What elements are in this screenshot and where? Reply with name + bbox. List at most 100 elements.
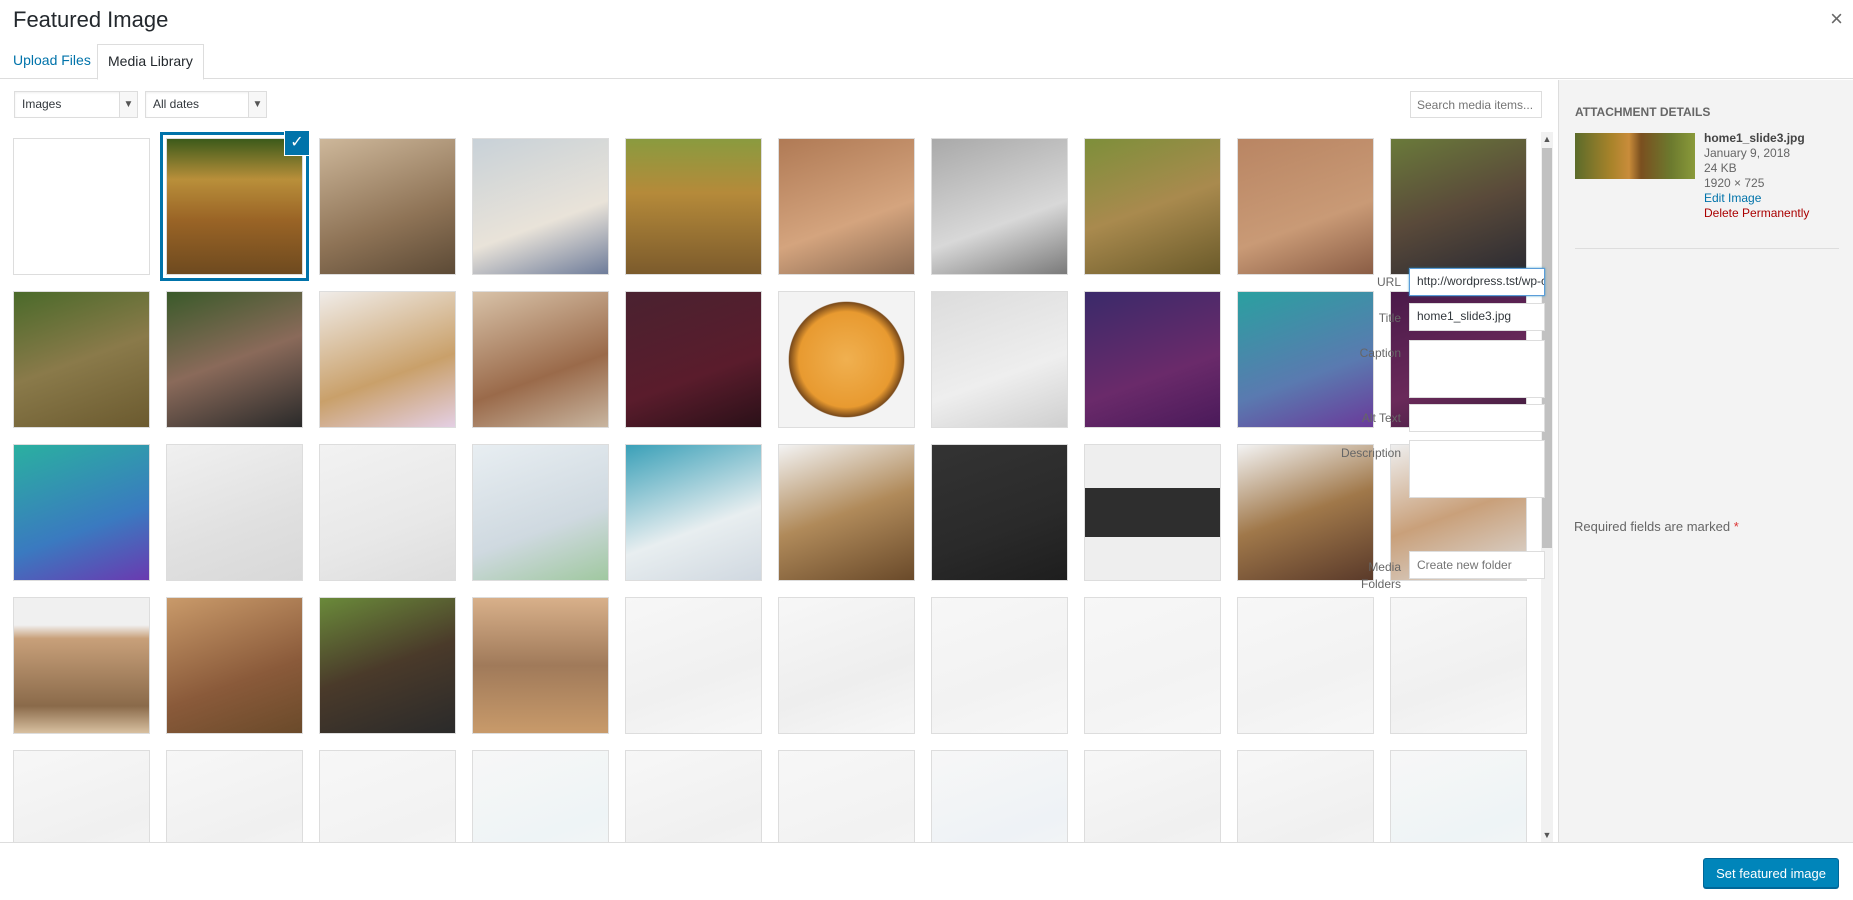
media-toolbar: Images ▼ All dates ▼ [0, 80, 1558, 130]
attachment-tile[interactable] [1084, 138, 1221, 275]
attachment-thumbnail-image [473, 598, 608, 733]
attachment-thumbnail-image [320, 139, 455, 274]
attachment-tile[interactable] [1390, 750, 1527, 842]
attachment-tile[interactable] [166, 138, 303, 275]
description-label: Description [1340, 446, 1401, 460]
attachment-tile[interactable] [1390, 597, 1527, 734]
attachment-thumbnail-image [1085, 139, 1220, 274]
attachment-thumbnail-image [932, 751, 1067, 842]
attachment-thumbnail-image [167, 598, 302, 733]
attachment-tile[interactable] [778, 597, 915, 734]
attachment-tile[interactable] [625, 291, 762, 428]
attachment-thumbnail-image [779, 598, 914, 733]
attachment-tile[interactable] [319, 444, 456, 581]
attachment-thumbnail-image [320, 598, 455, 733]
scroll-down-icon[interactable]: ▼ [1541, 828, 1553, 842]
attachment-thumbnail-image [473, 139, 608, 274]
attachment-tile[interactable] [778, 291, 915, 428]
attachment-tile[interactable] [13, 138, 150, 275]
attachment-tile[interactable] [1237, 138, 1374, 275]
attachment-tile[interactable] [166, 444, 303, 581]
attachment-tile[interactable] [931, 291, 1068, 428]
required-star: * [1733, 519, 1739, 534]
edit-image-link[interactable]: Edit Image [1704, 191, 1809, 206]
search-input[interactable] [1410, 91, 1542, 118]
alt-text-field[interactable] [1409, 404, 1545, 432]
attachment-tile[interactable] [319, 597, 456, 734]
attachment-thumbnail-image [932, 445, 1067, 580]
attachment-thumbnail-image [167, 292, 302, 427]
attachment-thumbnail-image [626, 139, 761, 274]
attachment-thumbnail-image [779, 292, 914, 427]
delete-permanently-link[interactable]: Delete Permanently [1704, 206, 1809, 221]
date-filter-select[interactable]: All dates ▼ [145, 91, 267, 118]
title-field[interactable]: home1_slide3.jpg [1409, 303, 1545, 331]
attachment-tile[interactable] [625, 138, 762, 275]
description-field[interactable] [1409, 440, 1545, 498]
attachment-thumbnail-image [779, 751, 914, 842]
attachment-tile[interactable] [1237, 597, 1374, 734]
media-folders-input[interactable] [1409, 551, 1545, 579]
attachment-thumbnail-image [167, 751, 302, 842]
attachment-tile[interactable] [1084, 444, 1221, 581]
attachment-tile[interactable] [166, 750, 303, 842]
close-icon[interactable]: × [1830, 8, 1843, 30]
set-featured-image-button[interactable]: Set featured image [1703, 858, 1839, 888]
attachment-tile[interactable] [472, 750, 609, 842]
attachment-tile[interactable] [472, 138, 609, 275]
attachment-tile[interactable] [166, 597, 303, 734]
type-filter-select[interactable]: Images ▼ [14, 91, 138, 118]
attachment-tile[interactable] [778, 750, 915, 842]
attachment-thumbnail-image [932, 598, 1067, 733]
attachment-thumbnail-image [320, 292, 455, 427]
attachment-filename: home1_slide3.jpg [1704, 131, 1805, 145]
attachment-thumbnail-image [14, 445, 149, 580]
caption-field[interactable] [1409, 340, 1545, 398]
media-folders-label-line2: Folders [1360, 577, 1401, 591]
attachment-tile[interactable] [625, 750, 762, 842]
attachment-tile[interactable] [931, 138, 1068, 275]
attachment-tile[interactable] [319, 138, 456, 275]
attachment-size: 24 KB [1704, 161, 1737, 175]
attachment-tile[interactable] [319, 291, 456, 428]
attachment-tile[interactable] [778, 138, 915, 275]
attachment-tile[interactable] [319, 750, 456, 842]
attachment-tile[interactable] [778, 444, 915, 581]
attachment-tile[interactable] [166, 291, 303, 428]
attachment-tile[interactable] [931, 597, 1068, 734]
attachment-thumbnail-image [320, 445, 455, 580]
attachment-date: January 9, 2018 [1704, 146, 1791, 160]
attachment-tile[interactable] [1237, 750, 1374, 842]
attachment-tile[interactable] [472, 291, 609, 428]
attachment-thumbnail-image [626, 445, 761, 580]
attachment-tile[interactable] [472, 444, 609, 581]
attachment-tile[interactable] [1084, 750, 1221, 842]
attachment-tile[interactable] [13, 291, 150, 428]
attachment-tile[interactable] [1390, 138, 1527, 275]
attachment-thumbnail-image [1391, 751, 1526, 842]
attachment-tile[interactable] [931, 444, 1068, 581]
attachment-tile[interactable] [472, 597, 609, 734]
attachment-thumbnail-image [932, 292, 1067, 427]
attachment-tile[interactable] [13, 597, 150, 734]
tab-upload-files[interactable]: Upload Files [3, 44, 101, 79]
url-field[interactable]: http://wordpress.tst/wp-content/uploads/… [1409, 268, 1545, 296]
tab-media-library[interactable]: Media Library [97, 44, 204, 80]
checkmark-icon[interactable]: ✓ [285, 131, 309, 155]
scroll-up-icon[interactable]: ▲ [1541, 132, 1553, 146]
modal-title: Featured Image [13, 7, 169, 32]
modal-footer: Set featured image [0, 842, 1853, 900]
attachment-thumbnail-image [626, 751, 761, 842]
attachment-thumbnail [1575, 133, 1695, 179]
required-note: Required fields are marked * [1574, 519, 1739, 534]
attachment-tile[interactable] [625, 444, 762, 581]
attachment-tile[interactable] [1084, 291, 1221, 428]
attachment-thumbnail-image [1085, 292, 1220, 427]
attachment-tile[interactable] [13, 750, 150, 842]
attachment-tile[interactable] [13, 444, 150, 581]
attachment-tile[interactable] [625, 597, 762, 734]
attachment-tile[interactable] [931, 750, 1068, 842]
attachment-thumbnail-image [1391, 598, 1526, 733]
attachment-tile[interactable] [1084, 597, 1221, 734]
attachments-grid [0, 130, 1538, 842]
